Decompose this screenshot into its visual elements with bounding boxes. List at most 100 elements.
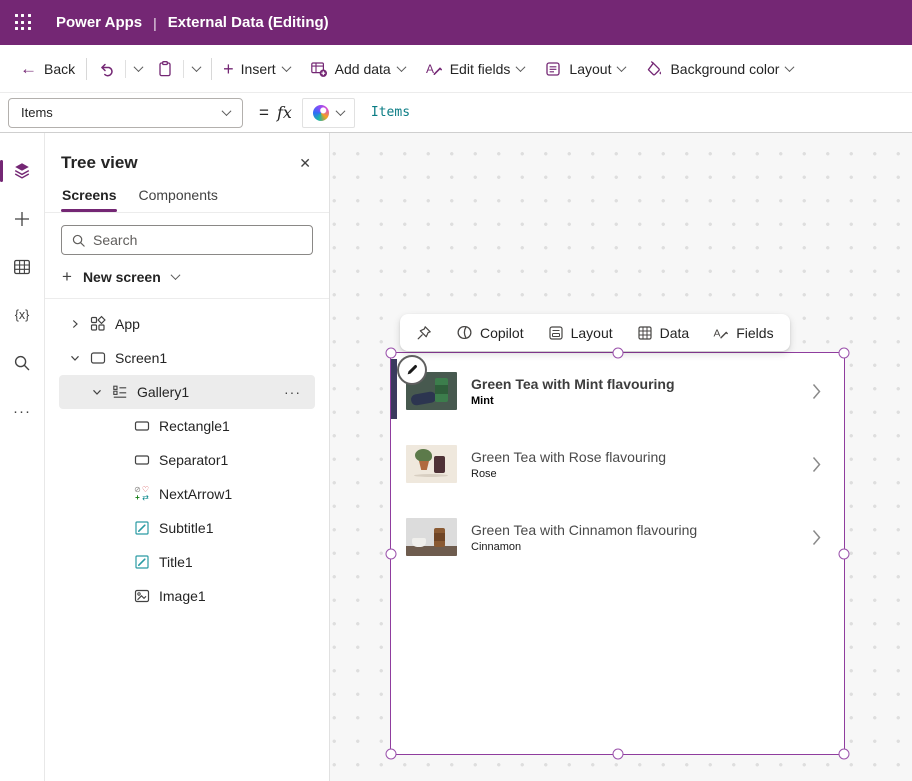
selection-handle-top-left[interactable]	[386, 348, 397, 359]
copilot-formula-button[interactable]	[302, 98, 355, 128]
copilot-chevron-icon	[335, 106, 345, 116]
variables-icon: {x}	[15, 308, 30, 322]
search-input[interactable]	[93, 232, 303, 248]
next-arrow-icon[interactable]	[811, 455, 822, 474]
chevron-down-icon[interactable]	[91, 386, 103, 398]
chevron-right-icon[interactable]	[69, 318, 81, 330]
edit-template-button[interactable]	[397, 355, 427, 385]
item-title[interactable]: Green Tea with Rose flavouring	[471, 449, 666, 465]
background-color-button[interactable]: Background color	[645, 60, 793, 78]
gallery-icon	[111, 383, 129, 401]
paste-button[interactable]	[156, 60, 174, 78]
property-selector[interactable]: Items	[8, 98, 243, 128]
design-canvas[interactable]: Copilot Layout Data A Fields	[330, 133, 912, 781]
svg-text:A: A	[426, 62, 434, 76]
tree-search-box	[61, 225, 313, 255]
rail-more-button[interactable]: ···	[0, 387, 44, 435]
tree-item-screen1[interactable]: Screen1	[59, 341, 315, 375]
app-launcher-button[interactable]	[0, 0, 46, 45]
rail-data-button[interactable]	[0, 243, 44, 291]
item-title[interactable]: Green Tea with Mint flavouring	[471, 376, 675, 392]
gallery-item[interactable]: Green Tea with Cinnamon flavouring Cinna…	[391, 507, 844, 567]
item-subtitle[interactable]: Cinnamon	[471, 541, 697, 553]
edit-fields-button[interactable]: A Edit fields	[425, 60, 525, 78]
tree-view-icon	[12, 161, 32, 181]
gallery-item[interactable]: Green Tea with Rose flavouring Rose	[391, 434, 844, 494]
plus-icon: +	[223, 60, 234, 78]
tree-item-rectangle1[interactable]: Rectangle1	[59, 409, 315, 443]
add-data-icon	[310, 60, 328, 78]
insert-chevron-icon	[281, 62, 291, 72]
next-arrow-icon[interactable]	[811, 528, 822, 547]
layout-chevron-icon	[617, 62, 627, 72]
close-icon[interactable]: ✕	[299, 155, 311, 172]
product-image[interactable]	[406, 445, 457, 483]
gallery-item[interactable]: Green Tea with Mint flavouring Mint	[391, 361, 844, 421]
rail-variables-button[interactable]: {x}	[0, 291, 44, 339]
tree-view-tabs: Screens Components	[45, 181, 329, 213]
selection-handle-middle-right[interactable]	[839, 548, 850, 559]
tree-item-title1[interactable]: Title1	[59, 545, 315, 579]
tab-components[interactable]: Components	[137, 181, 218, 212]
toolbar-divider	[125, 60, 126, 78]
data-grid-icon	[637, 325, 653, 341]
next-arrow-icon[interactable]	[811, 382, 822, 401]
context-copilot-button[interactable]: Copilot	[456, 324, 524, 341]
tree-item-image1[interactable]: Image1	[59, 579, 315, 613]
fx-label: fx	[277, 103, 292, 122]
title-divider: |	[153, 15, 157, 31]
image-icon	[133, 587, 151, 605]
edit-fields-chevron-icon	[516, 62, 526, 72]
layout-button[interactable]: Layout	[544, 60, 625, 78]
add-data-button[interactable]: Add data	[310, 60, 405, 78]
rail-insert-button[interactable]	[0, 195, 44, 243]
data-table-icon	[12, 257, 32, 277]
tree-item-app[interactable]: App	[59, 307, 315, 341]
fields-icon: A	[713, 325, 729, 341]
back-arrow-icon: ←	[20, 60, 37, 77]
selection-handle-middle-left[interactable]	[386, 548, 397, 559]
rail-search-button[interactable]	[0, 339, 44, 387]
gallery-control[interactable]: Green Tea with Mint flavouring Mint Gree…	[390, 352, 845, 755]
pin-icon[interactable]	[416, 325, 432, 341]
more-options-icon[interactable]: ···	[284, 384, 315, 400]
selection-handle-top-center[interactable]	[612, 348, 623, 359]
selection-handle-bottom-right[interactable]	[839, 749, 850, 760]
chevron-down-icon[interactable]	[69, 352, 81, 364]
context-fields-button[interactable]: A Fields	[713, 325, 773, 341]
undo-menu-chevron-icon[interactable]	[134, 62, 144, 72]
tree-view-panel: Tree view ✕ Screens Components + New scr…	[45, 133, 330, 781]
context-layout-button[interactable]: Layout	[548, 325, 613, 341]
back-button[interactable]: ← Back	[20, 60, 75, 77]
paste-menu-chevron-icon[interactable]	[192, 62, 202, 72]
item-subtitle[interactable]: Rose	[471, 468, 666, 480]
tab-screens[interactable]: Screens	[61, 181, 117, 212]
tree-item-nextarrow1[interactable]: ⊘♡+⇄ NextArrow1	[59, 477, 315, 511]
item-subtitle[interactable]: Mint	[471, 395, 675, 407]
undo-button[interactable]	[98, 60, 116, 78]
tree-item-gallery1[interactable]: Gallery1 ···	[59, 375, 315, 409]
toolbar-divider	[183, 60, 184, 78]
formula-bar: Items = fx Items	[0, 93, 912, 133]
context-data-button[interactable]: Data	[637, 325, 690, 341]
tree-item-separator1[interactable]: Separator1	[59, 443, 315, 477]
clipboard-icon	[156, 60, 174, 78]
add-data-chevron-icon	[396, 62, 406, 72]
product-image[interactable]	[406, 518, 457, 556]
new-screen-button[interactable]: + New screen	[45, 255, 329, 299]
selection-handle-top-right[interactable]	[839, 348, 850, 359]
rectangle-icon	[133, 451, 151, 469]
rectangle-icon	[133, 417, 151, 435]
selection-handle-bottom-center[interactable]	[612, 749, 623, 760]
item-title[interactable]: Green Tea with Cinnamon flavouring	[471, 522, 697, 538]
power-apps-studio: Power Apps | External Data (Editing) ← B…	[0, 0, 912, 781]
tree-item-subtitle1[interactable]: Subtitle1	[59, 511, 315, 545]
background-color-icon	[645, 60, 663, 78]
insert-button[interactable]: + Insert	[223, 60, 290, 78]
selection-handle-bottom-left[interactable]	[386, 749, 397, 760]
formula-input[interactable]: Items	[371, 105, 410, 120]
rail-tree-view-button[interactable]	[0, 147, 44, 195]
copilot-icon	[313, 105, 329, 121]
label-pen-icon	[133, 553, 151, 571]
search-icon	[12, 353, 32, 373]
